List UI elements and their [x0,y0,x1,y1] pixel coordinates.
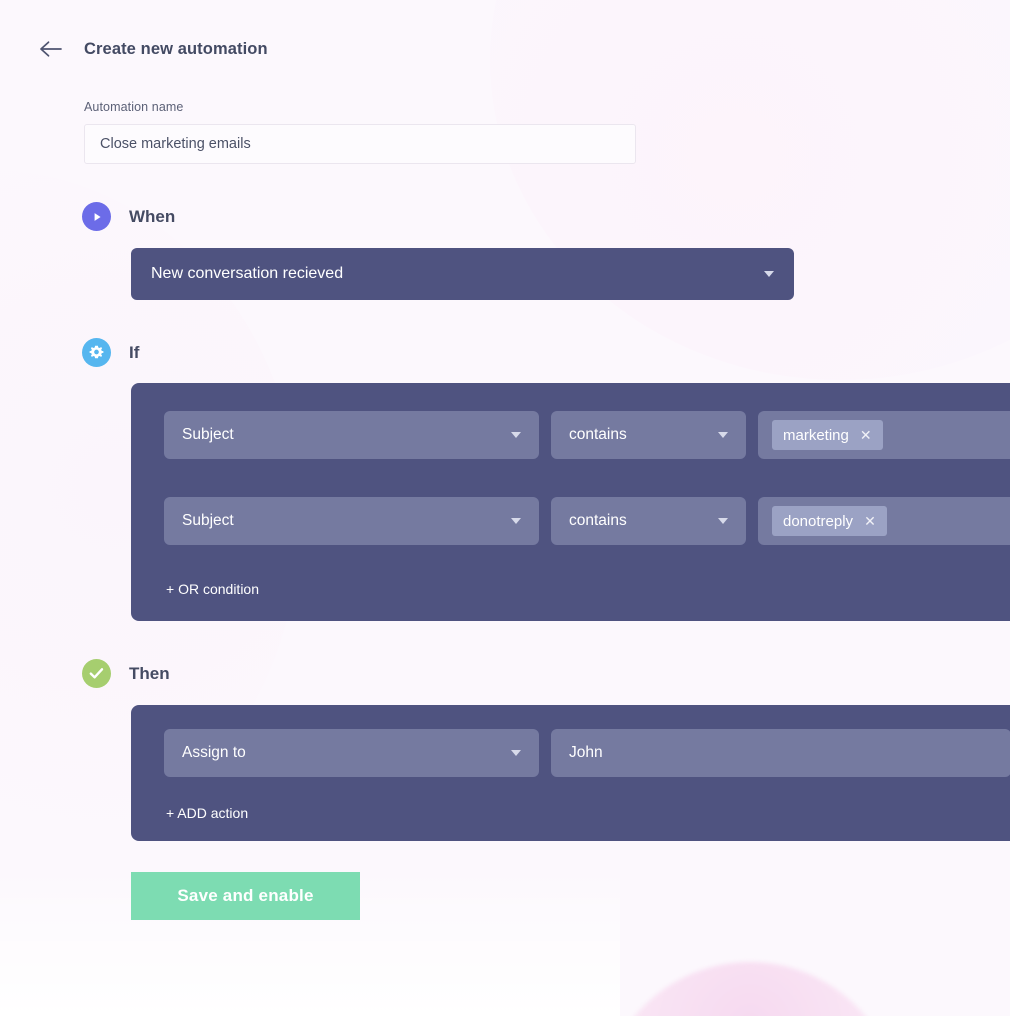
condition-attribute-select[interactable]: Subject [164,497,539,545]
when-section-title: When [129,206,176,226]
condition-operator-select[interactable]: contains [551,497,746,545]
condition-operator-select[interactable]: contains [551,411,746,459]
condition-value-chip[interactable]: donotreply ✕ [772,506,887,536]
action-type-select[interactable]: Assign to [164,729,539,777]
then-actions-panel: Assign to John + ADD action [131,705,1010,841]
save-and-enable-button[interactable]: Save and enable [131,872,360,920]
automation-name-field-group: Automation name [84,100,1010,164]
automation-name-input[interactable] [84,124,636,164]
automation-name-label: Automation name [84,100,184,114]
add-or-condition-link[interactable]: + OR condition [131,581,259,597]
condition-row: Subject contains marketing ✕ [131,411,1010,459]
action-row: Assign to John [131,729,1010,777]
gear-circle-icon [82,338,111,367]
if-section-title: If [129,342,140,362]
then-section-title: Then [129,663,170,683]
if-conditions-panel: Subject contains marketing ✕ Subject con… [131,383,1010,621]
chevron-down-icon [511,432,521,438]
condition-value-chip[interactable]: marketing ✕ [772,420,883,450]
arrow-left-icon [39,40,63,58]
condition-value-chip-label: marketing [783,426,849,444]
condition-value-chip-label: donotreply [783,512,854,530]
close-icon[interactable]: ✕ [864,514,876,528]
page-header: Create new automation [0,0,1010,62]
action-target-field[interactable]: John [551,729,1010,777]
check-circle-icon [82,659,111,688]
when-section-header: When [82,202,1010,231]
play-circle-icon [82,202,111,231]
chevron-down-icon [718,432,728,438]
condition-attribute-value: Subject [182,512,234,529]
action-type-value: Assign to [182,744,246,761]
condition-value-field[interactable]: donotreply ✕ [758,497,1010,545]
condition-value-field[interactable]: marketing ✕ [758,411,1010,459]
create-automation-page: Create new automation Automation name Wh… [0,0,1010,1016]
chevron-down-icon [764,271,774,277]
page-content: Automation name When New conversation re… [0,62,1010,920]
then-section-header: Then [82,659,1010,688]
condition-attribute-value: Subject [182,426,234,443]
condition-operator-value: contains [569,426,627,443]
add-action-link[interactable]: + ADD action [131,805,248,821]
page-title: Create new automation [84,39,268,58]
chevron-down-icon [718,518,728,524]
back-button[interactable] [38,36,64,62]
condition-operator-value: contains [569,512,627,529]
chevron-down-icon [511,750,521,756]
trigger-select[interactable]: New conversation recieved [131,248,794,300]
condition-attribute-select[interactable]: Subject [164,411,539,459]
close-icon[interactable]: ✕ [860,428,872,442]
action-target-value: John [569,744,603,761]
condition-row: Subject contains donotreply ✕ [131,497,1010,545]
chevron-down-icon [511,518,521,524]
if-section-header: If [82,338,1010,367]
trigger-select-value: New conversation recieved [151,265,344,282]
